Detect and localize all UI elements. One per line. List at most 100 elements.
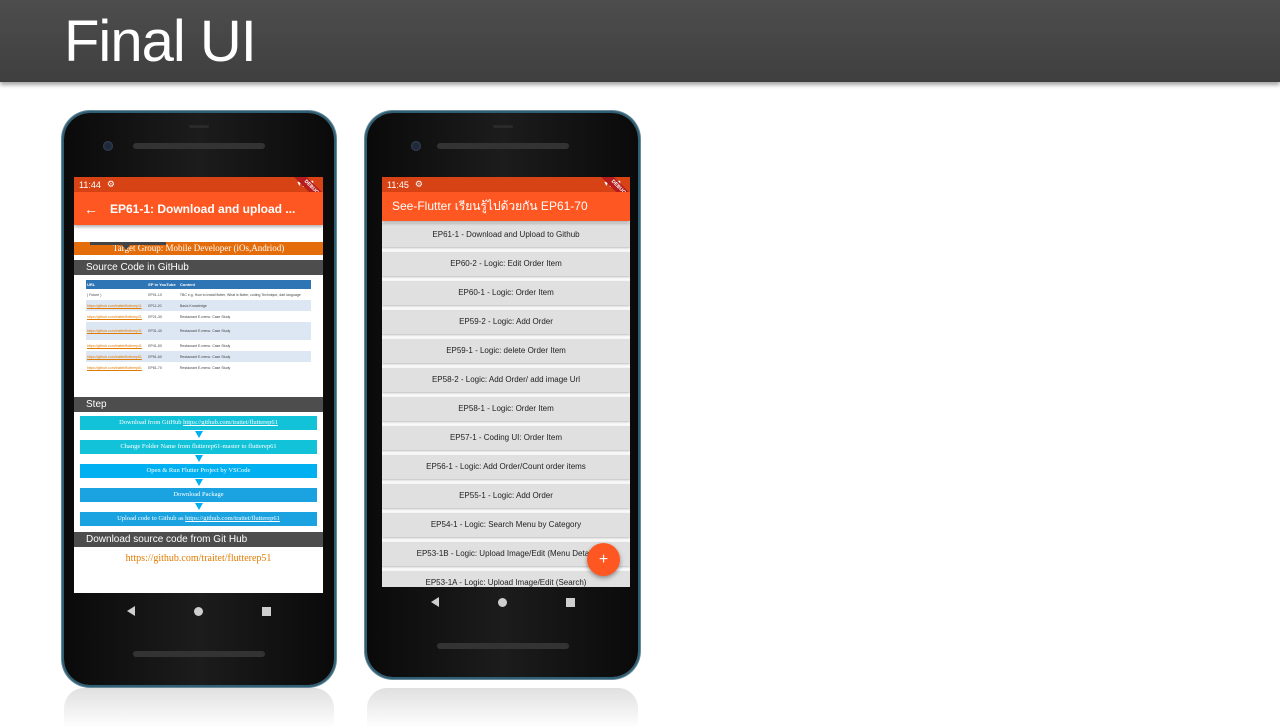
table-header: URL [86, 280, 148, 289]
list-item[interactable]: EP59-2 - Logic: Add Order [382, 310, 630, 334]
step-3: Open & Run Flutter Project by VSCode [80, 464, 317, 478]
source-table-wrap: URL EP in YouTube Content ( Future ) EP0… [74, 275, 323, 397]
nav-recent-icon[interactable] [565, 597, 575, 607]
app-title: See-Flutter เรียนรู้ไปด้วยกัน EP61-70 [392, 199, 588, 213]
slide-title-bar: Final UI [0, 0, 1280, 82]
table-cell: EP21-30 [148, 314, 162, 319]
status-bar: 11:44 ⚙ ▾◢▮ DEBUG [74, 177, 323, 210]
system-nav-bar [64, 593, 334, 629]
phone2-screen: 11:45 ⚙ ▾◢▮ DEBUG See-Flutter เรียนรู้ไป… [382, 177, 630, 587]
top-speaker [492, 125, 513, 128]
detail-image: Target Group: Mobile Developer (iOs,Andr… [74, 242, 323, 564]
table-link[interactable]: https://github.com/traitet/flutterep61 [86, 362, 147, 373]
earpiece [436, 143, 569, 149]
table-link[interactable]: https://github.com/traitet/flutterep31 [86, 322, 148, 340]
gear-icon: ⚙ [106, 179, 115, 189]
episode-list: EP61-1 - Download and Upload to Github E… [382, 221, 630, 587]
table-row: https://github.com/traitet/flutterep41 E… [86, 340, 311, 351]
table-cell: TBC e.g. How to install flutter, What is… [179, 292, 301, 297]
list-item[interactable]: EP56-1 - Logic: Add Order/Count order it… [382, 455, 630, 479]
table-link[interactable]: https://github.com/traitet/flutterep41 [86, 340, 147, 351]
back-arrow-icon[interactable]: ← [84, 201, 98, 217]
table-cell: Basic Knowledge [178, 300, 311, 311]
table-header: Content [178, 280, 311, 289]
arrow-down-icon [80, 502, 317, 512]
phone2-reflection [367, 688, 638, 728]
list-item[interactable]: EP54-1 - Logic: Search Menu by Category [382, 513, 630, 537]
table-row: https://github.com/traitet/flutterep51 E… [86, 351, 311, 362]
list-item[interactable]: EP57-1 - Coding UI: Order Item [382, 426, 630, 450]
nav-back-icon[interactable] [430, 597, 439, 607]
table-header: EP in YouTube [147, 280, 179, 289]
table-cell: ( Future ) [87, 292, 102, 297]
table-row: ( Future ) EP01-10 TBC e.g. How to insta… [86, 289, 311, 300]
step-1-text: Download from GitHub [119, 419, 184, 426]
table-cell: Restaurant E-menu: Case Study [179, 314, 231, 319]
front-camera [103, 141, 113, 151]
table-cell: EP41-50 [148, 343, 162, 348]
status-bar: 11:45 ⚙ ▾◢▮ DEBUG [382, 177, 630, 210]
table-link[interactable]: https://github.com/traitet/flutterep11 [86, 300, 148, 311]
arrow-down-icon [80, 430, 317, 440]
add-icon[interactable]: + [587, 543, 620, 576]
step-2: Change Folder Name from flutterep61-mast… [80, 440, 317, 454]
step-5-text: Upload code to Github as [117, 515, 186, 522]
phone1-reflection [64, 688, 334, 728]
phone-mockup-2: 11:45 ⚙ ▾◢▮ DEBUG See-Flutter เรียนรู้ไป… [367, 113, 638, 677]
table-cell: Restaurant E-menu: Case Study [179, 365, 231, 370]
source-table: URL EP in YouTube Content ( Future ) EP0… [86, 280, 311, 373]
table-row: https://github.com/traitet/flutterep61 E… [86, 362, 311, 373]
table-row: https://github.com/traitet/flutterep21 E… [86, 311, 311, 322]
list-item[interactable]: EP59-1 - Logic: delete Order Item [382, 339, 630, 363]
list-item[interactable]: EP58-2 - Logic: Add Order/ add image Url [382, 368, 630, 392]
callout-tab [90, 242, 166, 250]
table-cell: EP31-40 [147, 322, 179, 340]
table-link[interactable]: https://github.com/traitet/flutterep51 [86, 351, 148, 362]
earpiece [133, 143, 265, 149]
nav-home-icon[interactable] [497, 597, 507, 607]
nav-recent-icon[interactable] [261, 606, 271, 616]
table-cell: EP51-60 [147, 351, 179, 362]
table-cell: Restaurant E-menu: Case Study [179, 343, 231, 348]
table-cell: Restaurant E-menu: Case Study [178, 351, 311, 362]
slide-title: Final UI [64, 9, 257, 74]
list-item[interactable]: EP61-1 - Download and Upload to Github [382, 223, 630, 247]
top-speaker [189, 125, 209, 128]
download-link[interactable]: https://github.com/traitet/flutterep51 [74, 547, 323, 564]
section-header-step: Step [74, 397, 323, 412]
table-link[interactable]: https://github.com/traitet/flutterep21 [86, 311, 147, 322]
section-header-source: Source Code in GitHub [74, 260, 323, 275]
table-cell: EP01-10 [148, 292, 162, 297]
nav-home-icon[interactable] [193, 606, 203, 616]
table-row: https://github.com/traitet/flutterep11 E… [86, 300, 311, 311]
nav-back-icon[interactable] [127, 606, 136, 616]
bottom-speaker [133, 651, 265, 657]
arrow-down-icon [80, 478, 317, 488]
phone-mockup-1: 11:44 ⚙ ▾◢▮ DEBUG ← EP61-1: Download and… [64, 113, 334, 685]
bottom-speaker [436, 643, 569, 649]
list-item[interactable]: EP60-2 - Logic: Edit Order Item [382, 252, 630, 276]
system-nav-bar [367, 584, 638, 620]
step-1: Download from GitHub https://github.com/… [80, 416, 317, 430]
table-cell: EP11-20 [147, 300, 179, 311]
status-time: 11:45 [387, 179, 409, 190]
front-camera [411, 141, 421, 151]
list-item[interactable]: EP60-1 - Logic: Order Item [382, 281, 630, 305]
steps-flow: Download from GitHub https://github.com/… [74, 412, 323, 528]
step-5: Upload code to Github as https://github.… [80, 512, 317, 526]
phone1-screen: 11:44 ⚙ ▾◢▮ DEBUG ← EP61-1: Download and… [74, 177, 323, 593]
section-header-download: Download source code from Git Hub [74, 532, 323, 547]
step-1-link[interactable]: https://github.com/traitet/flutterep61 [183, 419, 278, 426]
step-5-link[interactable]: https://github.com/traitet/flutterep61 [185, 515, 280, 522]
app-bar: ← EP61-1: Download and upload ... [74, 192, 323, 225]
step-4: Download Package [80, 488, 317, 502]
table-row: https://github.com/traitet/flutterep31 E… [86, 322, 311, 340]
arrow-down-icon [80, 454, 317, 464]
app-bar: See-Flutter เรียนรู้ไปด้วยกัน EP61-70 [382, 192, 630, 221]
table-cell: EP61-70 [148, 365, 162, 370]
list-item[interactable]: EP58-1 - Logic: Order Item [382, 397, 630, 421]
list-item[interactable]: EP55-1 - Logic: Add Order [382, 484, 630, 508]
status-time: 11:44 [79, 179, 101, 190]
gear-icon: ⚙ [414, 179, 423, 189]
app-title: EP61-1: Download and upload ... [110, 201, 296, 216]
